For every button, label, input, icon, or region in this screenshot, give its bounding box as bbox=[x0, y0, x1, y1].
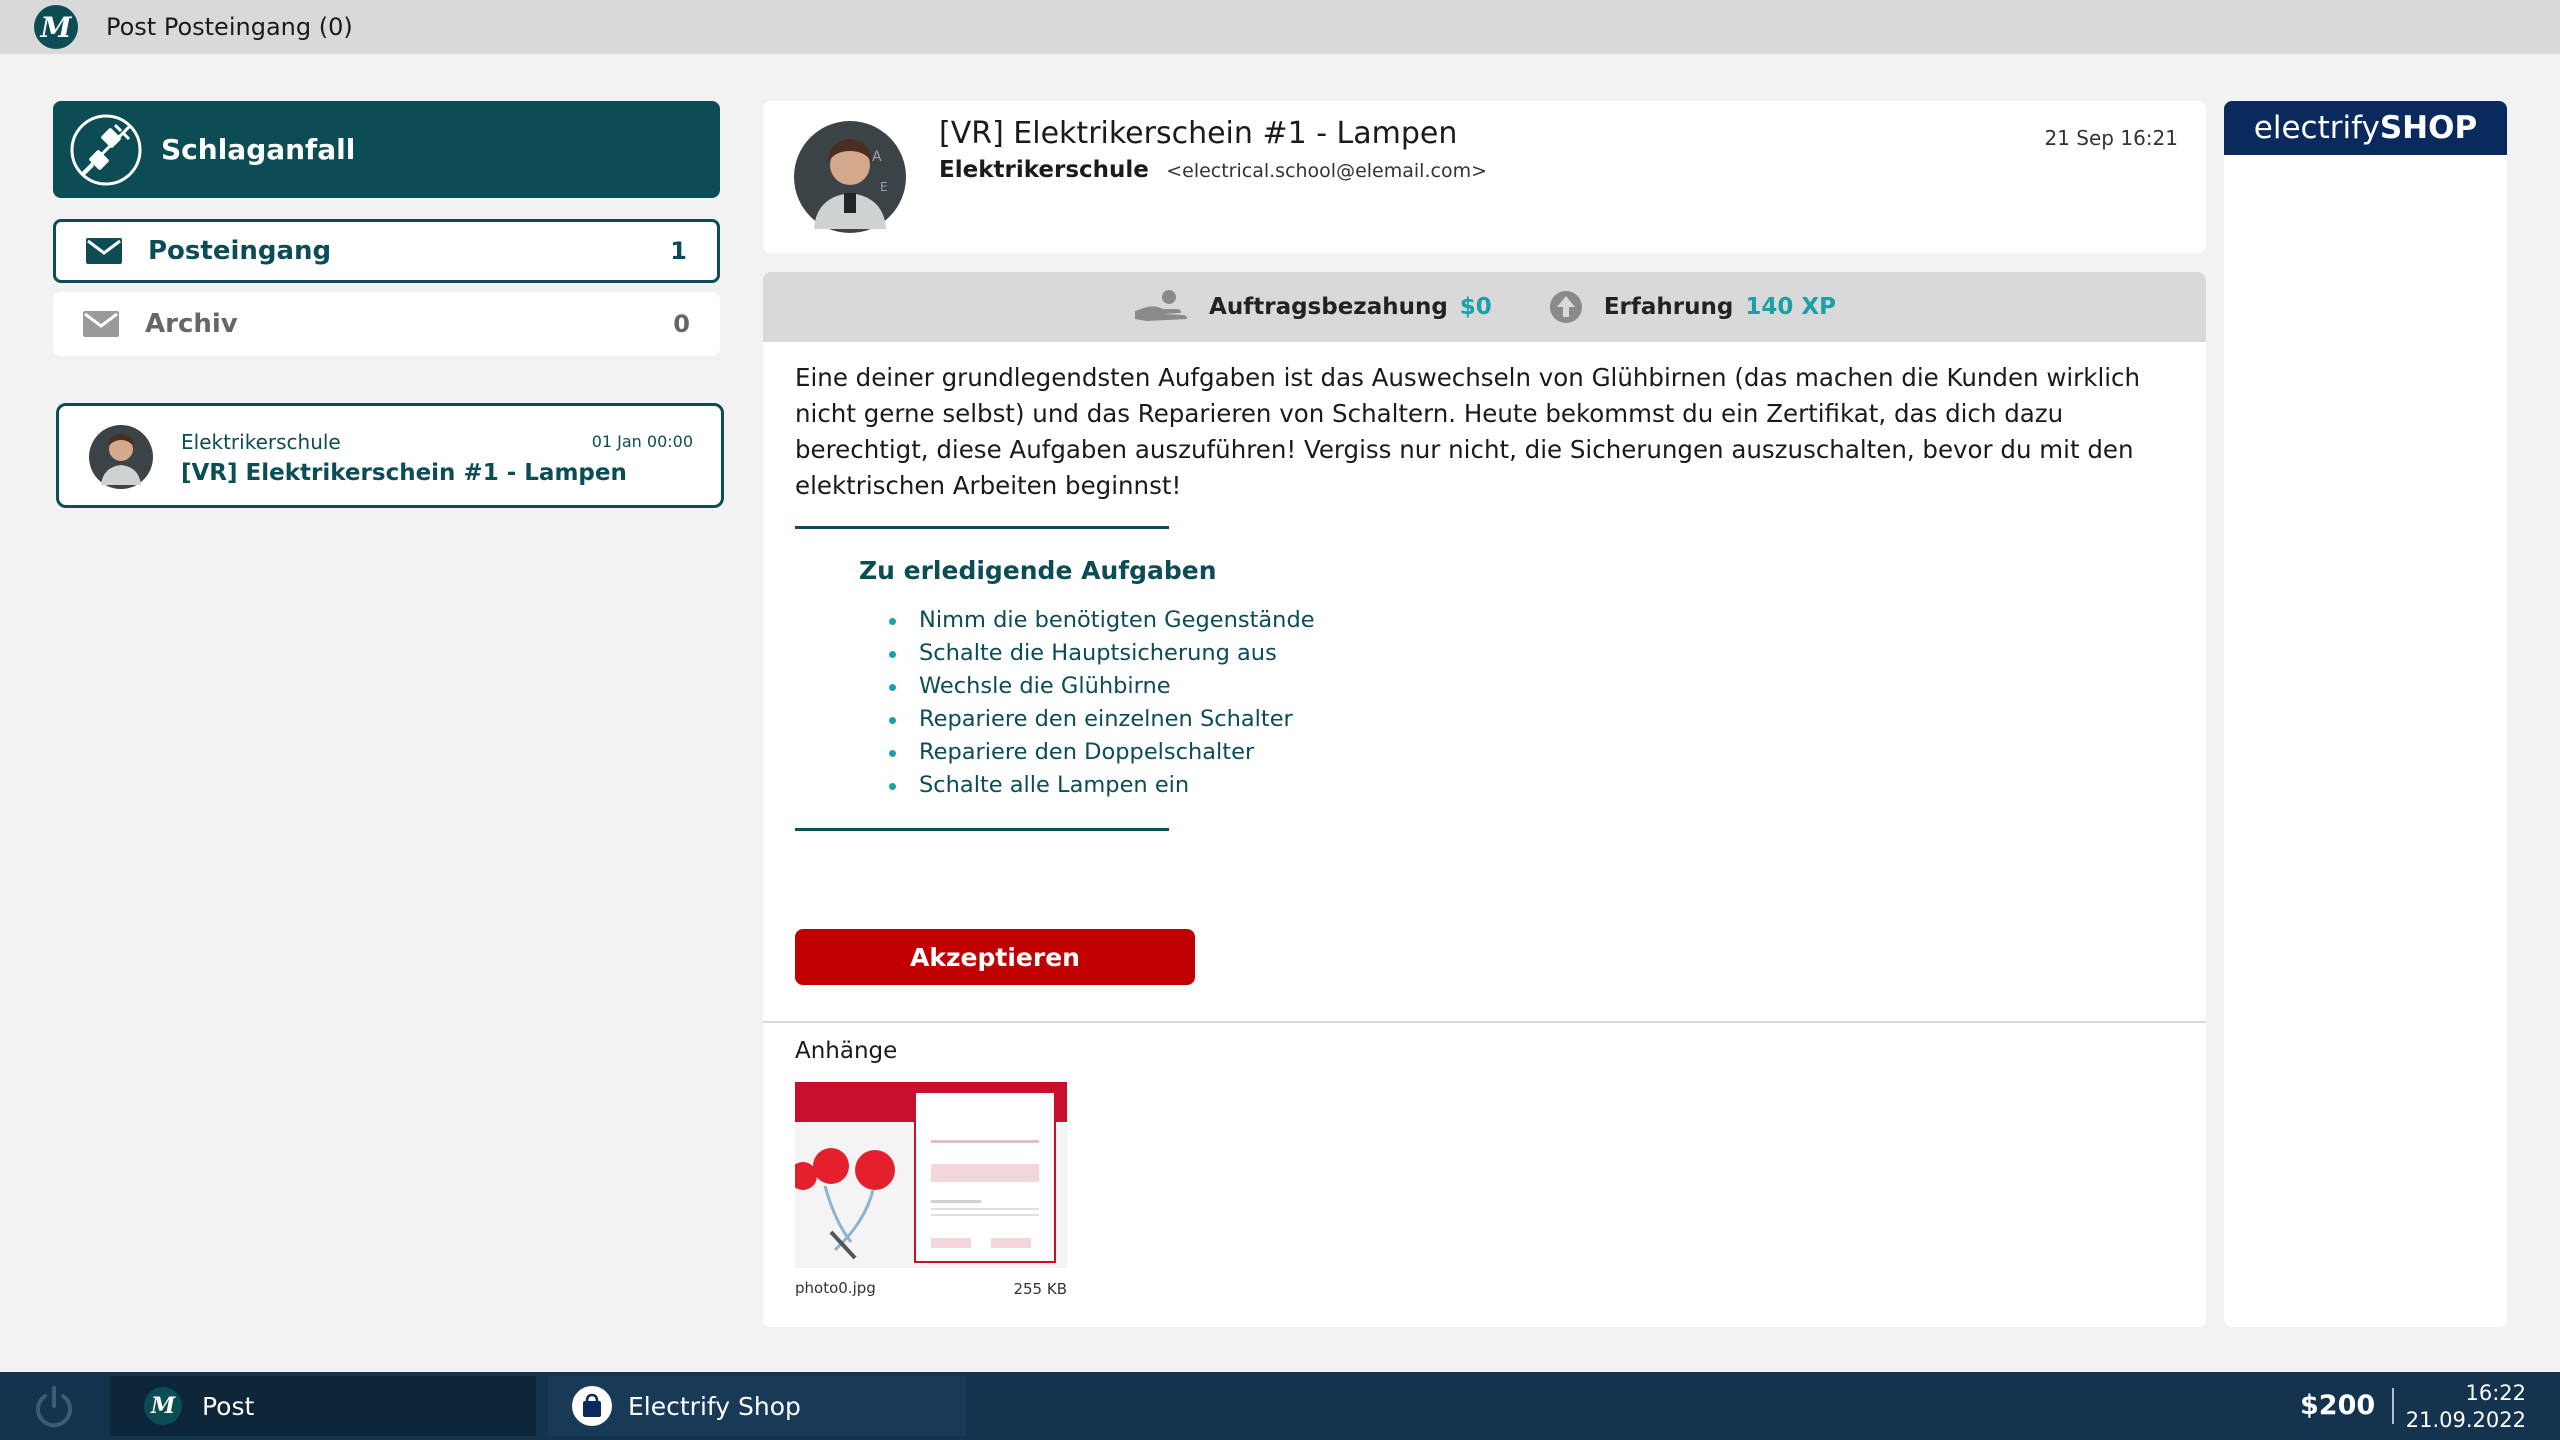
svg-text:A: A bbox=[872, 149, 882, 165]
shop-logo-bold: SHOP bbox=[2379, 110, 2478, 146]
task-item: Schalte alle Lampen ein bbox=[889, 769, 1315, 802]
tasks-list: Nimm die benötigten Gegenstände Schalte … bbox=[889, 604, 1315, 802]
sender-email: <electrical.school@elemail.com> bbox=[1166, 160, 1487, 182]
accept-button[interactable]: Akzeptieren bbox=[795, 929, 1195, 985]
clock: 16:22 21.09.2022 bbox=[2406, 1380, 2526, 1434]
svg-text:E: E bbox=[880, 180, 888, 194]
xp-reward: Erfahrung 140 XP bbox=[1548, 289, 1836, 325]
envelope-icon bbox=[83, 311, 119, 337]
task-item: Schalte die Hauptsicherung aus bbox=[889, 637, 1315, 670]
task-item: Nimm die benötigten Gegenstände bbox=[889, 604, 1315, 637]
post-app-logo: M bbox=[34, 5, 78, 49]
shopping-bag-icon bbox=[572, 1386, 612, 1426]
attachment-name: photo0.jpg bbox=[795, 1279, 876, 1297]
attachments-title: Anhänge bbox=[795, 1038, 898, 1064]
avatar bbox=[89, 425, 153, 489]
taskbar-post-label: Post bbox=[202, 1391, 255, 1421]
payment-label: Auftragsbezahung bbox=[1209, 294, 1448, 320]
envelope-icon bbox=[86, 238, 122, 264]
payment-reward: Auftragsbezahung $0 bbox=[1133, 289, 1492, 325]
balance: $200 bbox=[2300, 1390, 2376, 1421]
attachment-thumbnail[interactable]: CERTIFICATE OF COMPLETION bbox=[795, 1082, 1067, 1268]
task-item: Repariere den einzelnen Schalter bbox=[889, 703, 1315, 736]
task-item: Repariere den Doppelschalter bbox=[889, 736, 1315, 769]
folder-inbox[interactable]: Posteingang 1 bbox=[53, 219, 720, 283]
thumb-title: CERTIFICATE bbox=[937, 1095, 1043, 1113]
clock-date: 21.09.2022 bbox=[2405, 1408, 2526, 1432]
taskbar-shop-label: Electrify Shop bbox=[628, 1391, 801, 1421]
taskbar-separator bbox=[2392, 1388, 2394, 1424]
email-date: 21 Sep 16:21 bbox=[2044, 126, 2179, 150]
email-subject: [VR] Elektrikerschein #1 - Lampen bbox=[939, 116, 1458, 151]
sender-avatar: A E bbox=[794, 121, 906, 233]
divider-top bbox=[795, 526, 1169, 529]
taskbar-app-post[interactable]: M Post bbox=[110, 1376, 536, 1436]
taskbar: M Post Electrify Shop $200 16:22 21.09.2… bbox=[0, 1372, 2560, 1440]
sender-name: Elektrikerschule bbox=[939, 157, 1149, 183]
message-sender: Elektrikerschule bbox=[181, 430, 341, 454]
clock-time: 16:22 bbox=[2465, 1381, 2526, 1405]
power-icon[interactable] bbox=[28, 1384, 80, 1430]
folder-inbox-count: 1 bbox=[670, 237, 687, 265]
taskbar-app-electrify-shop[interactable]: Electrify Shop bbox=[548, 1376, 966, 1436]
brand-card: Schlaganfall bbox=[53, 101, 720, 198]
folder-inbox-label: Posteingang bbox=[148, 236, 332, 266]
rewards-bar: Auftragsbezahung $0 Erfahrung 140 XP bbox=[763, 272, 2206, 342]
shop-panel: electrify SHOP bbox=[2224, 101, 2507, 1327]
folder-archive[interactable]: Archiv 0 bbox=[53, 292, 720, 356]
email-body-text: Eine deiner grundlegendsten Aufgaben ist… bbox=[795, 363, 2141, 500]
title-bar: M Post Posteingang (0) bbox=[0, 0, 2560, 54]
level-up-icon bbox=[1549, 291, 1582, 323]
message-date: 01 Jan 00:00 bbox=[591, 432, 693, 451]
email-body: Eine deiner grundlegendsten Aufgaben ist… bbox=[763, 342, 2206, 1327]
thumb-subtitle: OF COMPLETION bbox=[985, 1113, 1043, 1121]
xp-label: Erfahrung bbox=[1603, 294, 1734, 320]
post-app-icon: M bbox=[144, 1387, 182, 1425]
brand-name: Schlaganfall bbox=[161, 133, 356, 166]
folder-archive-count: 0 bbox=[673, 310, 690, 338]
task-item: Wechsle die Glühbirne bbox=[889, 670, 1315, 703]
message-subject: [VR] Elektrikerschein #1 - Lampen bbox=[181, 460, 627, 486]
folder-archive-label: Archiv bbox=[145, 309, 238, 339]
electric-plug-icon bbox=[70, 114, 142, 185]
window-title: Post Posteingang (0) bbox=[106, 13, 353, 41]
attachments-divider bbox=[763, 1021, 2206, 1023]
attachment-size: 255 KB bbox=[1013, 1280, 1067, 1298]
email-sender: Elektrikerschule <electrical.school@elem… bbox=[939, 157, 1487, 183]
shop-logo-light: electrify bbox=[2253, 110, 2380, 146]
email-header: A E [VR] Elektrikerschein #1 - Lampen El… bbox=[763, 101, 2206, 253]
payment-value: $0 bbox=[1459, 294, 1492, 320]
hand-coin-icon bbox=[1135, 290, 1188, 321]
divider-bottom bbox=[795, 828, 1169, 831]
xp-value: 140 XP bbox=[1745, 294, 1836, 320]
tasks-title: Zu erledigende Aufgaben bbox=[859, 556, 1217, 585]
list-item[interactable]: Elektrikerschule 01 Jan 00:00 [VR] Elekt… bbox=[56, 403, 724, 508]
shop-logo[interactable]: electrify SHOP bbox=[2224, 101, 2507, 155]
